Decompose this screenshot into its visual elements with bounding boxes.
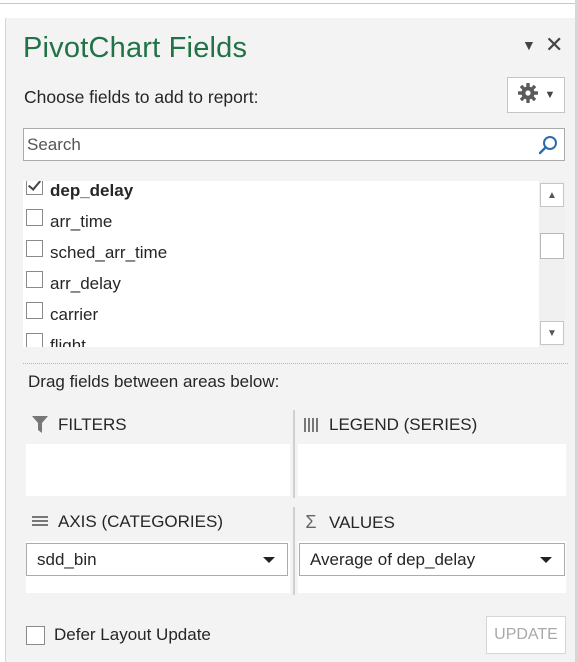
field-item-carrier[interactable]: carrier [23,299,538,330]
drag-fields-label: Drag fields between areas below: [28,372,280,391]
field-checkbox[interactable] [26,271,43,288]
filters-area-header: FILTERS [30,415,127,435]
filters-drop-zone[interactable] [26,444,290,496]
legend-label: LEGEND (SERIES) [329,415,478,434]
filter-icon [30,416,50,434]
field-item-flight[interactable]: flight [23,330,538,347]
defer-checkbox[interactable] [26,625,45,645]
columns-icon [301,417,321,433]
area-separator [293,507,295,595]
pane-title: PivotChart Fields [23,32,248,64]
axis-field-label: sdd_bin [37,549,97,569]
field-item-arr_time[interactable]: arr_time [23,206,538,237]
axis-area-header: AXIS (CATEGORIES) [30,512,223,532]
sigma-icon: Σ [305,512,317,532]
field-item-dep_delay[interactable]: dep_delay [23,181,538,206]
top-window-strip [0,0,578,4]
choose-fields-label: Choose fields to add to report: [24,87,259,107]
defer-layout-update[interactable]: Defer Layout Update [26,625,211,645]
defer-label: Defer Layout Update [54,625,211,644]
values-field-label: Average of dep_delay [310,549,476,569]
filters-label: FILTERS [58,415,127,434]
values-label: VALUES [329,512,395,532]
search-icon[interactable] [538,135,558,160]
field-label: sched_arr_time [50,242,168,262]
axis-field-pill[interactable]: sdd_bin [26,543,288,576]
field-label: dep_delay [50,181,134,200]
field-label: carrier [50,304,99,324]
search-box [23,128,565,161]
legend-drop-zone[interactable] [298,444,566,496]
field-item-arr_delay[interactable]: arr_delay [23,268,538,299]
field-checkbox[interactable] [26,302,43,319]
scroll-down-button[interactable]: ▼ [540,321,564,345]
section-divider [23,363,568,364]
scroll-up-button[interactable]: ▲ [540,183,564,207]
field-checkbox[interactable] [26,240,43,257]
values-field-pill[interactable]: Average of dep_delay [299,543,565,576]
close-icon[interactable]: ✕ [545,32,563,58]
scroll-thumb[interactable] [540,233,564,259]
task-pane-options-icon[interactable]: ▼ [522,37,536,53]
legend-area-header: LEGEND (SERIES) [301,415,477,435]
field-item-sched_arr_time[interactable]: sched_arr_time [23,237,538,268]
search-input[interactable] [25,130,525,159]
area-separator [293,410,295,498]
field-label: flight [50,335,86,348]
values-area-header: Σ VALUES [301,512,395,533]
field-checkbox[interactable] [26,209,43,226]
caret-down-icon[interactable] [263,557,275,563]
field-list: dep_delay arr_time sched_arr_time arr_de… [23,181,565,347]
tools-button[interactable]: ▼ [507,77,565,113]
field-checkbox[interactable] [26,333,43,347]
chevron-down-icon: ▼ [544,89,556,101]
field-label: arr_time [50,211,113,231]
field-list-scrollbar[interactable]: ▲ ▼ [539,181,565,347]
update-button[interactable]: UPDATE [486,616,566,654]
gear-icon [517,82,539,109]
axis-label: AXIS (CATEGORIES) [58,512,223,531]
rows-icon [30,515,50,529]
field-label: arr_delay [50,273,121,293]
caret-down-icon[interactable] [540,557,552,563]
field-checkbox[interactable] [26,181,43,195]
